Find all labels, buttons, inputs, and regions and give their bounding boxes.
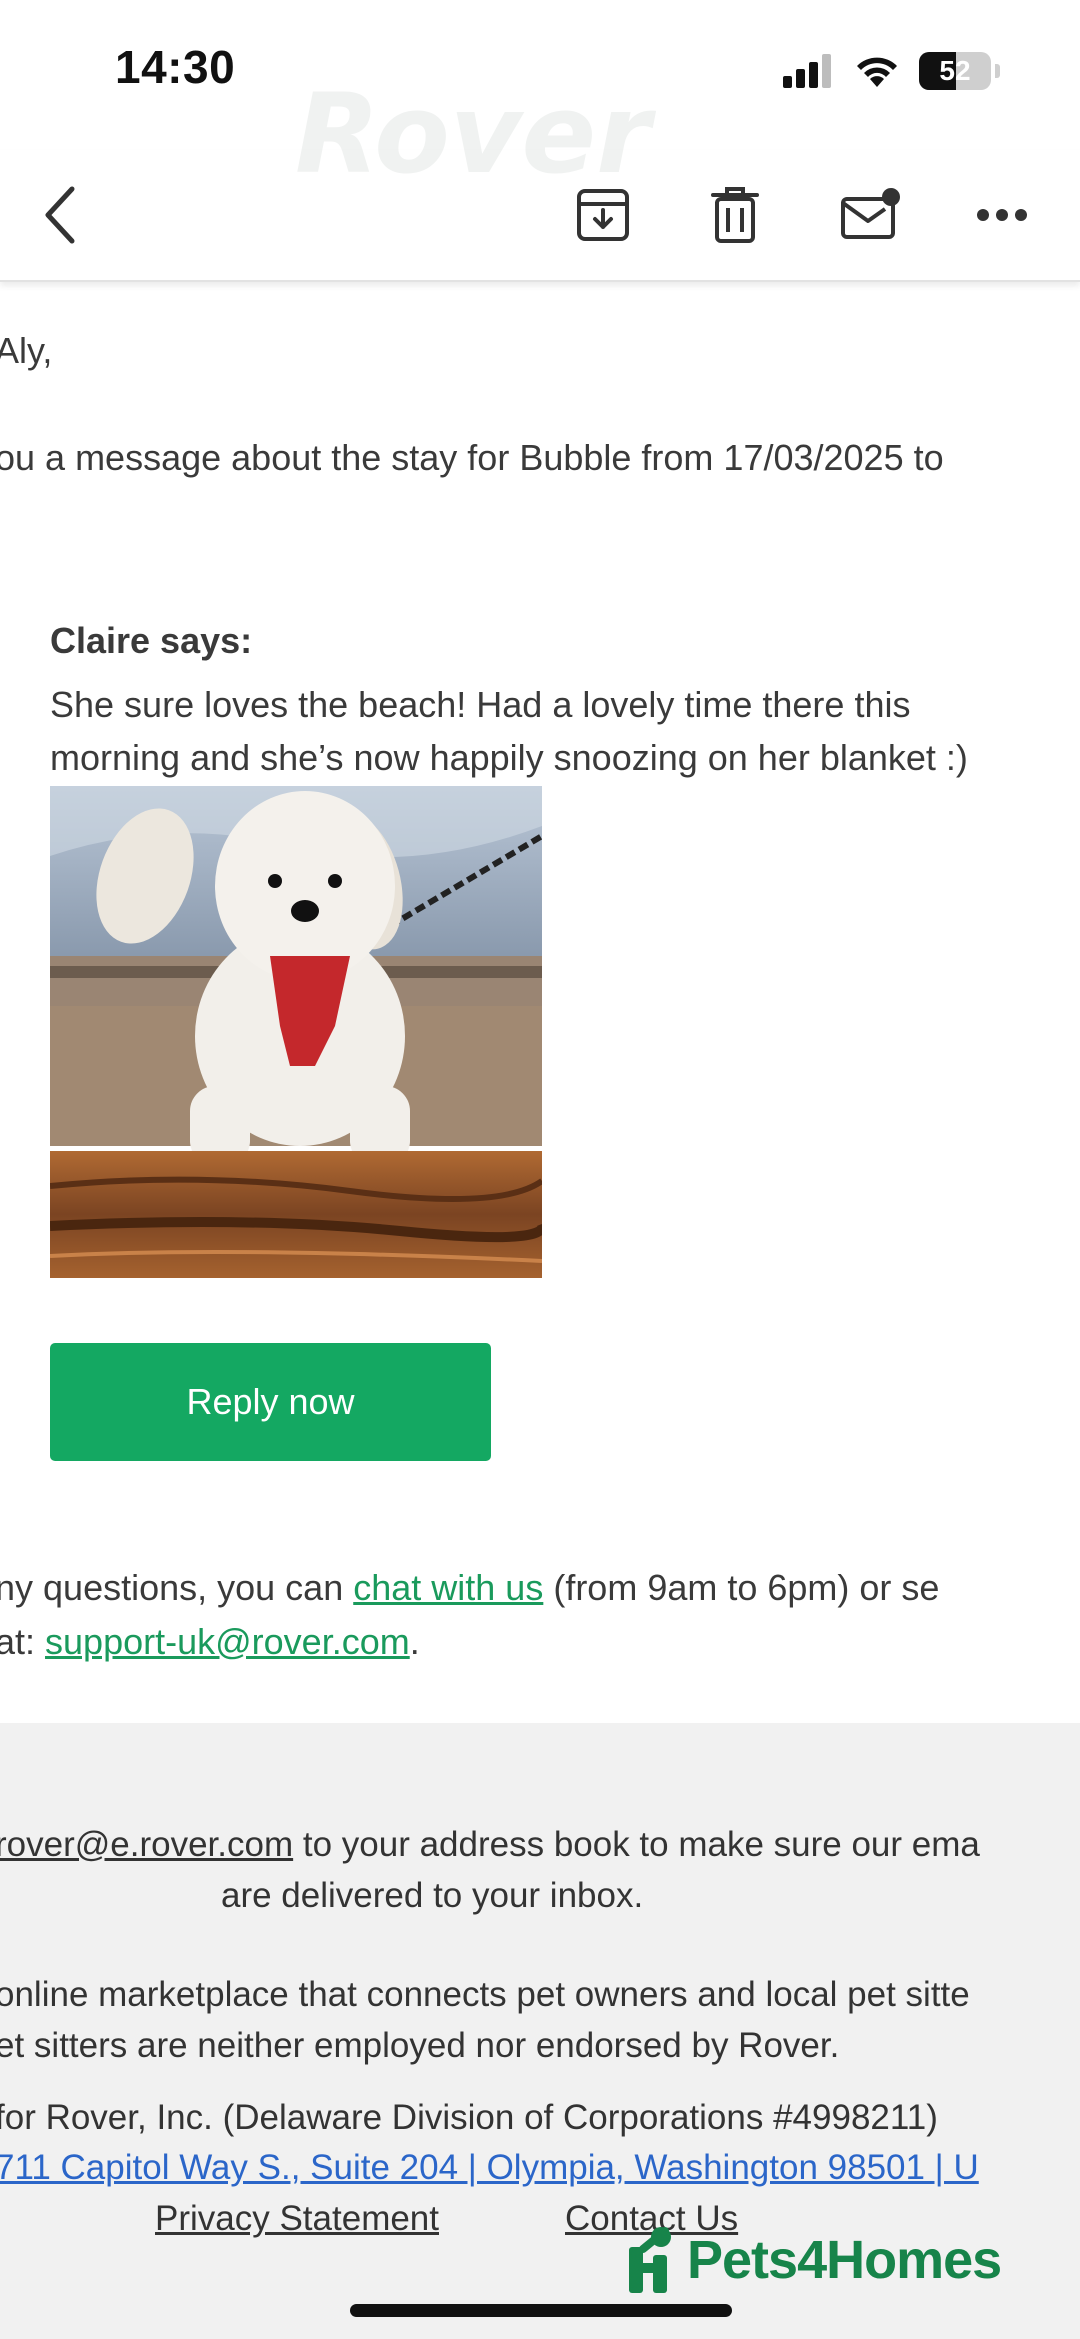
delete-button[interactable] [695, 175, 775, 255]
message-line-1: She sure loves the beach! Had a lovely t… [50, 684, 911, 725]
address-book-line-2: are delivered to your inbox. [221, 1876, 644, 1915]
help-line: ny questions, you can chat with us (from… [0, 1567, 939, 1609]
email-suffix: . [409, 1621, 420, 1662]
status-icons: 52 [783, 52, 1000, 90]
chat-with-us-link[interactable]: chat with us [353, 1567, 543, 1608]
privacy-statement-text[interactable]: Privacy Statement [155, 2199, 439, 2238]
wifi-icon [857, 57, 897, 87]
pets4homes-icon [629, 2227, 671, 2293]
more-button[interactable] [962, 175, 1042, 255]
archive-icon [577, 189, 629, 241]
back-button[interactable] [20, 175, 100, 255]
status-time: 14:30 [115, 41, 236, 93]
marketplace-line-1: online marketplace that connects pet own… [0, 1975, 970, 2014]
sender-address-link[interactable]: rover@e.rover.com [0, 1825, 293, 1864]
signal-icon [783, 54, 831, 88]
address-book-text: to your address book to make sure our em… [293, 1825, 980, 1864]
more-icon [977, 209, 1027, 221]
help-suffix: (from 9am to 6pm) or se [543, 1567, 940, 1608]
archive-button[interactable] [563, 175, 643, 255]
trash-icon [711, 187, 759, 243]
sender-label: Claire says: [50, 620, 253, 661]
support-email-link[interactable]: support-uk@rover.com [45, 1621, 410, 1662]
message-line-2: morning and she’s now happily snoozing o… [50, 737, 968, 778]
reply-now-button[interactable]: Reply now [50, 1343, 491, 1461]
marketplace-line-2: et sitters are neither employed nor endo… [0, 2026, 840, 2065]
postal-address-text[interactable]: 711 Capitol Way S., Suite 204 | Olympia,… [0, 2148, 979, 2187]
mail-toolbar [0, 150, 1080, 282]
home-indicator[interactable] [350, 2304, 732, 2317]
battery-icon: 52 [919, 52, 991, 90]
pets4homes-text: Pets4Homes [687, 2230, 1002, 2290]
pets4homes-logo: Pets4Homes [625, 2225, 1002, 2295]
back-chevron-icon [45, 186, 75, 244]
email-greeting: Aly, [0, 330, 53, 371]
email-prefix: at: [0, 1621, 46, 1662]
battery-level: 52 [939, 55, 971, 86]
mark-unread-button[interactable] [830, 175, 910, 255]
dog-photo[interactable] [50, 786, 542, 1278]
support-email-line: at: support-uk@rover.com. [0, 1621, 420, 1663]
company-line: for Rover, Inc. (Delaware Division of Co… [0, 2098, 938, 2137]
email-intro: ou a message about the stay for Bubble f… [0, 437, 944, 478]
help-prefix: ny questions, you can [0, 1567, 354, 1608]
postal-address-link[interactable]: 711 Capitol Way S., Suite 204 | Olympia,… [0, 2148, 979, 2188]
battery-tip [995, 64, 1000, 78]
mail-unread-icon [841, 188, 900, 239]
privacy-statement-link[interactable]: Privacy Statement [155, 2199, 439, 2239]
address-book-line-1: rover@e.rover.com to your address book t… [0, 1825, 980, 1865]
